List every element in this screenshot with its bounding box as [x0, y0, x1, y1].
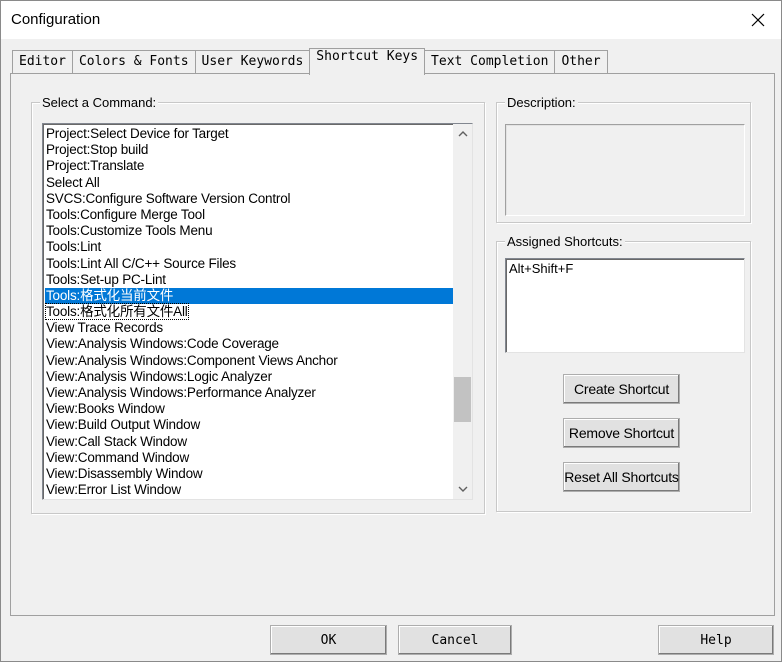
- command-list-item-label: View:Call Stack Window: [46, 433, 187, 449]
- tab-shortcut-keys[interactable]: Shortcut Keys: [309, 48, 426, 75]
- command-list-item-label: Project:Stop build: [46, 142, 149, 158]
- command-list-item[interactable]: View:Build Output Window: [45, 417, 453, 433]
- command-list-item[interactable]: View:Analysis Windows:Logic Analyzer: [45, 369, 453, 385]
- shortcut-item[interactable]: Alt+Shift+F: [506, 259, 744, 278]
- assigned-shortcuts-list[interactable]: Alt+Shift+F: [505, 258, 745, 353]
- remove-shortcut-button[interactable]: Remove Shortcut: [563, 418, 680, 448]
- select-command-label: Select a Command:: [40, 95, 159, 110]
- tab-strip: Editor Colors & Fonts User Keywords Shor…: [12, 48, 608, 75]
- command-list-item[interactable]: View Trace Records: [45, 320, 453, 336]
- tab-colors-fonts[interactable]: Colors & Fonts: [71, 50, 196, 74]
- description-text: [505, 124, 745, 216]
- command-list-item[interactable]: Project:Select Device for Target: [45, 126, 453, 142]
- command-list-item-label: View:Build Output Window: [46, 417, 201, 433]
- command-list-item[interactable]: View:Call Stack Window: [45, 434, 453, 450]
- configuration-dialog: Configuration Editor Colors & Fonts User…: [0, 0, 782, 662]
- command-list-item[interactable]: Tools:Lint All C/C++ Source Files: [45, 256, 453, 272]
- command-list-item-label: Project:Translate: [46, 158, 145, 174]
- command-list-item[interactable]: Project:Stop build: [45, 142, 453, 158]
- command-list-item-label: View:Analysis Windows:Component Views An…: [46, 352, 338, 368]
- command-list-item[interactable]: Tools:格式化当前文件: [45, 287, 453, 305]
- command-list-item-label: Tools:Lint: [46, 239, 102, 255]
- command-list-item-label: Tools:Lint All C/C++ Source Files: [46, 255, 236, 271]
- command-list-item[interactable]: View:Disassembly Window: [45, 466, 453, 482]
- command-list-item[interactable]: Tools:格式化所有文件All: [45, 303, 453, 321]
- command-list-item-label: Tools:Set-up PC-Lint: [46, 271, 166, 287]
- command-list-item-label: Project:Select Device for Target: [46, 126, 229, 141]
- command-list-item-label: View:Command Window: [46, 449, 190, 465]
- close-button[interactable]: [735, 1, 781, 39]
- tab-other[interactable]: Other: [554, 50, 608, 74]
- command-list-item[interactable]: Project:Translate: [45, 158, 453, 174]
- command-list-item-label: View:Disassembly Window: [46, 465, 203, 481]
- scroll-thumb[interactable]: [454, 377, 471, 422]
- command-list-item-label: Select All: [46, 174, 100, 190]
- command-list-item[interactable]: Select All: [45, 175, 453, 191]
- command-list-item-label: Tools:格式化当前文件: [46, 287, 174, 303]
- command-list[interactable]: Project:Select Device for Target Project:…: [42, 123, 473, 500]
- chevron-down-icon: [458, 486, 467, 492]
- command-list-item[interactable]: View:Error List Window: [45, 482, 453, 498]
- command-list-item-label: Tools:Customize Tools Menu: [46, 223, 213, 239]
- command-list-scrollbar[interactable]: [453, 124, 472, 499]
- cancel-button[interactable]: Cancel: [398, 625, 512, 655]
- command-list-item[interactable]: Tools:Set-up PC-Lint: [45, 272, 453, 288]
- close-icon: [751, 13, 765, 27]
- command-list-item-label: SVCS:Configure Software Version Control: [46, 190, 291, 206]
- command-list-item[interactable]: View:Analysis Windows:Component Views An…: [45, 353, 453, 369]
- chevron-up-icon: [458, 131, 467, 137]
- command-list-items: Project:Select Device for Target Project:…: [45, 126, 453, 498]
- scroll-down-button[interactable]: [453, 480, 472, 499]
- command-list-item-label: Tools:格式化所有文件All: [45, 303, 189, 321]
- command-list-item[interactable]: SVCS:Configure Software Version Control: [45, 191, 453, 207]
- command-list-item-label: View:Analysis Windows:Code Coverage: [46, 336, 279, 352]
- create-shortcut-button[interactable]: Create Shortcut: [563, 374, 680, 404]
- scroll-up-button[interactable]: [453, 124, 472, 143]
- assigned-shortcuts-label: Assigned Shortcuts:: [505, 234, 625, 249]
- reset-all-shortcuts-button[interactable]: Reset All Shortcuts: [563, 462, 680, 492]
- help-button[interactable]: Help: [658, 625, 774, 655]
- command-list-item[interactable]: Tools:Configure Merge Tool: [45, 207, 453, 223]
- ok-button[interactable]: OK: [270, 625, 387, 655]
- command-list-item[interactable]: View:Analysis Windows:Code Coverage: [45, 336, 453, 352]
- command-list-item-label: View:Analysis Windows:Logic Analyzer: [46, 368, 272, 384]
- command-list-item[interactable]: View:Books Window: [45, 401, 453, 417]
- tab-text-completion[interactable]: Text Completion: [424, 50, 556, 74]
- tab-user-keywords[interactable]: User Keywords: [194, 50, 311, 74]
- command-list-item[interactable]: View:Analysis Windows:Performance Analyz…: [45, 385, 453, 401]
- tab-editor[interactable]: Editor: [12, 50, 73, 74]
- description-label: Description:: [505, 95, 578, 110]
- tab-panel: Select a Command: Project:Select Device …: [10, 73, 775, 616]
- command-list-item-label: View:Error List Window: [46, 482, 181, 498]
- command-list-item[interactable]: View:Command Window: [45, 450, 453, 466]
- title-bar[interactable]: Configuration: [1, 1, 781, 39]
- window-title: Configuration: [11, 11, 101, 28]
- command-list-item-label: View:Analysis Windows:Performance Analyz…: [46, 385, 316, 400]
- command-list-item-label: Tools:Configure Merge Tool: [46, 206, 205, 222]
- command-list-item-label: View Trace Records: [46, 320, 163, 336]
- command-list-item-label: View:Books Window: [46, 401, 165, 417]
- command-list-item[interactable]: Tools:Lint: [45, 239, 453, 255]
- select-command-group: Select a Command: Project:Select Device …: [31, 95, 485, 514]
- description-group: Description:: [496, 95, 751, 223]
- command-list-item[interactable]: Tools:Customize Tools Menu: [45, 223, 453, 239]
